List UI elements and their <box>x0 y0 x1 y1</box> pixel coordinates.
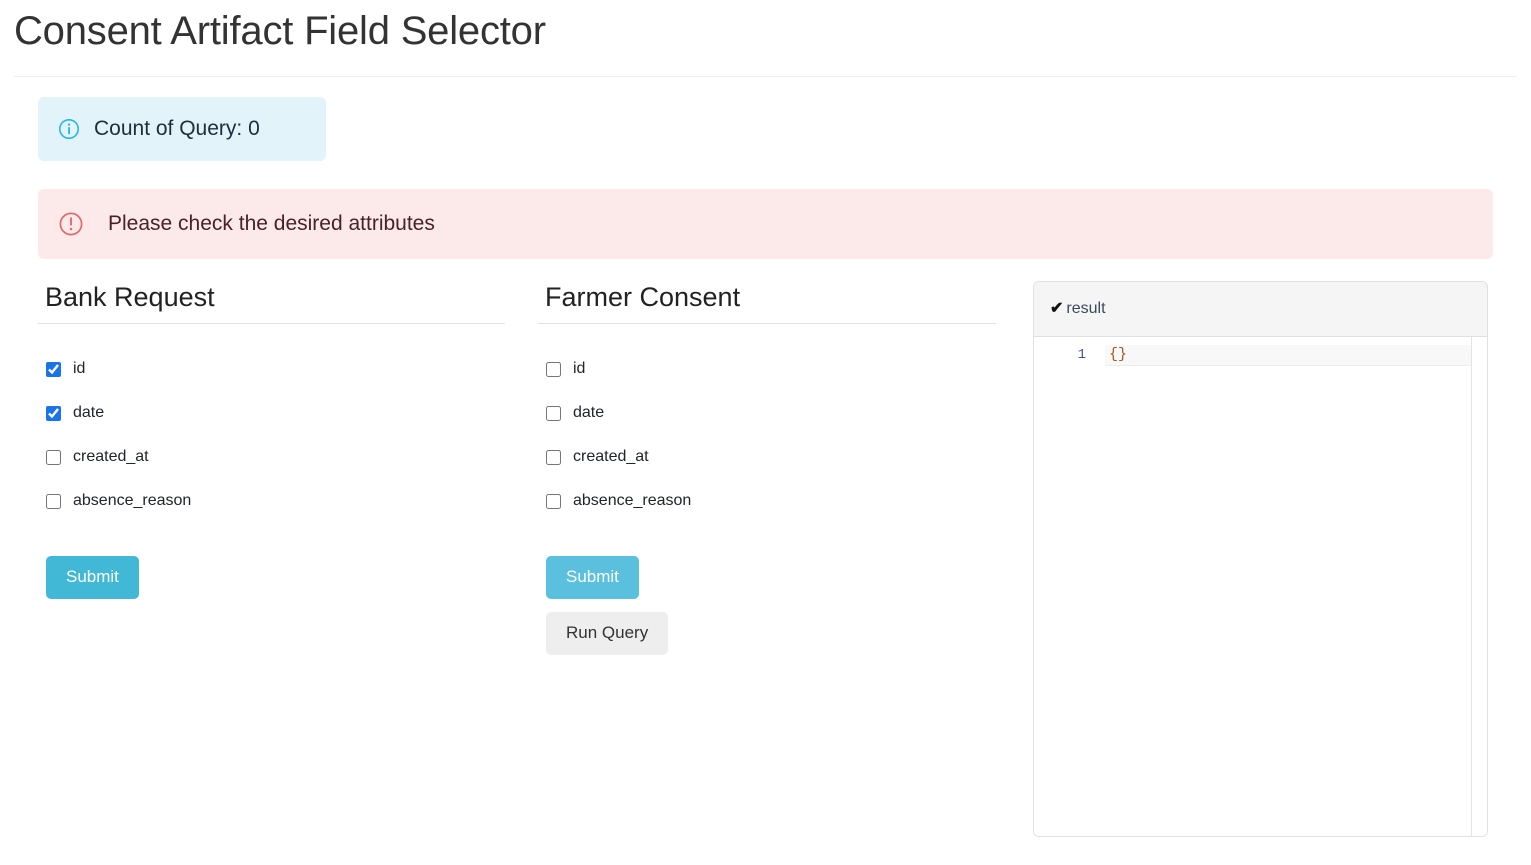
farmer-checkbox-created-at[interactable] <box>546 449 561 465</box>
farmer-field-created-at[interactable]: created_at <box>546 446 996 468</box>
bank-checkbox-created-at[interactable] <box>46 449 61 465</box>
code-content-area[interactable]: {} <box>1096 337 1487 836</box>
info-alert: Count of Query: 0 <box>38 97 326 161</box>
farmer-label-absence-reason[interactable]: absence_reason <box>573 493 691 509</box>
result-column: ✔ result 1 {} <box>1033 281 1488 837</box>
bank-label-created-at[interactable]: created_at <box>73 449 149 465</box>
farmer-checkbox-date[interactable] <box>546 405 561 421</box>
bank-request-heading: Bank Request <box>45 282 215 312</box>
bank-field-date[interactable]: date <box>46 402 505 424</box>
bank-submit-button[interactable]: Submit <box>46 556 139 600</box>
info-alert-text: Count of Query: 0 <box>94 117 260 140</box>
code-gutter: 1 <box>1034 337 1096 836</box>
alerts-region: Count of Query: 0 Please check the desir… <box>0 77 1531 259</box>
farmer-consent-divider <box>538 323 996 325</box>
page-header: Consent Artifact Field Selector <box>0 0 1531 68</box>
farmer-label-id[interactable]: id <box>573 361 585 377</box>
bank-field-id[interactable]: id <box>46 358 505 380</box>
farmer-consent-field-list: id date created_at absence_reason <box>538 358 996 512</box>
bank-request-field-list: id date created_at absence_reason <box>38 358 505 512</box>
info-circle-icon <box>58 118 80 140</box>
run-query-button[interactable]: Run Query <box>546 612 669 656</box>
bank-field-absence-reason[interactable]: absence_reason <box>46 490 505 512</box>
farmer-consent-column: Farmer Consent id date created_at absenc… <box>538 281 996 656</box>
bank-field-created-at[interactable]: created_at <box>46 446 505 468</box>
check-mark-icon: ✔ <box>1050 300 1064 317</box>
main-content: Bank Request id date created_at absence_… <box>0 281 1531 837</box>
bank-request-divider <box>38 323 505 325</box>
farmer-field-absence-reason[interactable]: absence_reason <box>546 490 996 512</box>
bank-label-date[interactable]: date <box>73 405 104 421</box>
code-line-1: {} <box>1105 345 1471 366</box>
danger-alert: Please check the desired attributes <box>38 189 1493 259</box>
exclamation-circle-icon <box>58 211 84 237</box>
farmer-label-date[interactable]: date <box>573 405 604 421</box>
bank-checkbox-date[interactable] <box>46 405 61 421</box>
farmer-checkbox-absence-reason[interactable] <box>546 493 561 509</box>
result-code-editor[interactable]: 1 {} <box>1034 337 1487 836</box>
result-panel: ✔ result 1 {} <box>1033 281 1488 837</box>
code-text: {} <box>1109 346 1128 363</box>
result-panel-title: result <box>1066 300 1106 317</box>
farmer-submit-button[interactable]: Submit <box>546 556 639 600</box>
bank-request-column: Bank Request id date created_at absence_… <box>38 281 505 600</box>
bank-label-absence-reason[interactable]: absence_reason <box>73 493 191 509</box>
farmer-checkbox-id[interactable] <box>546 361 561 377</box>
farmer-consent-heading: Farmer Consent <box>545 282 741 312</box>
farmer-field-date[interactable]: date <box>546 402 996 424</box>
danger-alert-text: Please check the desired attributes <box>108 212 435 235</box>
farmer-label-created-at[interactable]: created_at <box>573 449 649 465</box>
page-title: Consent Artifact Field Selector <box>14 9 546 53</box>
code-vertical-scrollbar[interactable] <box>1471 337 1487 836</box>
bank-button-area: Submit <box>38 534 505 600</box>
bank-label-id[interactable]: id <box>73 361 85 377</box>
bank-checkbox-absence-reason[interactable] <box>46 493 61 509</box>
code-line-number: 1 <box>1077 347 1086 363</box>
farmer-field-id[interactable]: id <box>546 358 996 380</box>
result-panel-header: ✔ result <box>1034 282 1487 337</box>
farmer-button-area: Submit Run Query <box>538 534 996 656</box>
bank-checkbox-id[interactable] <box>46 361 61 377</box>
